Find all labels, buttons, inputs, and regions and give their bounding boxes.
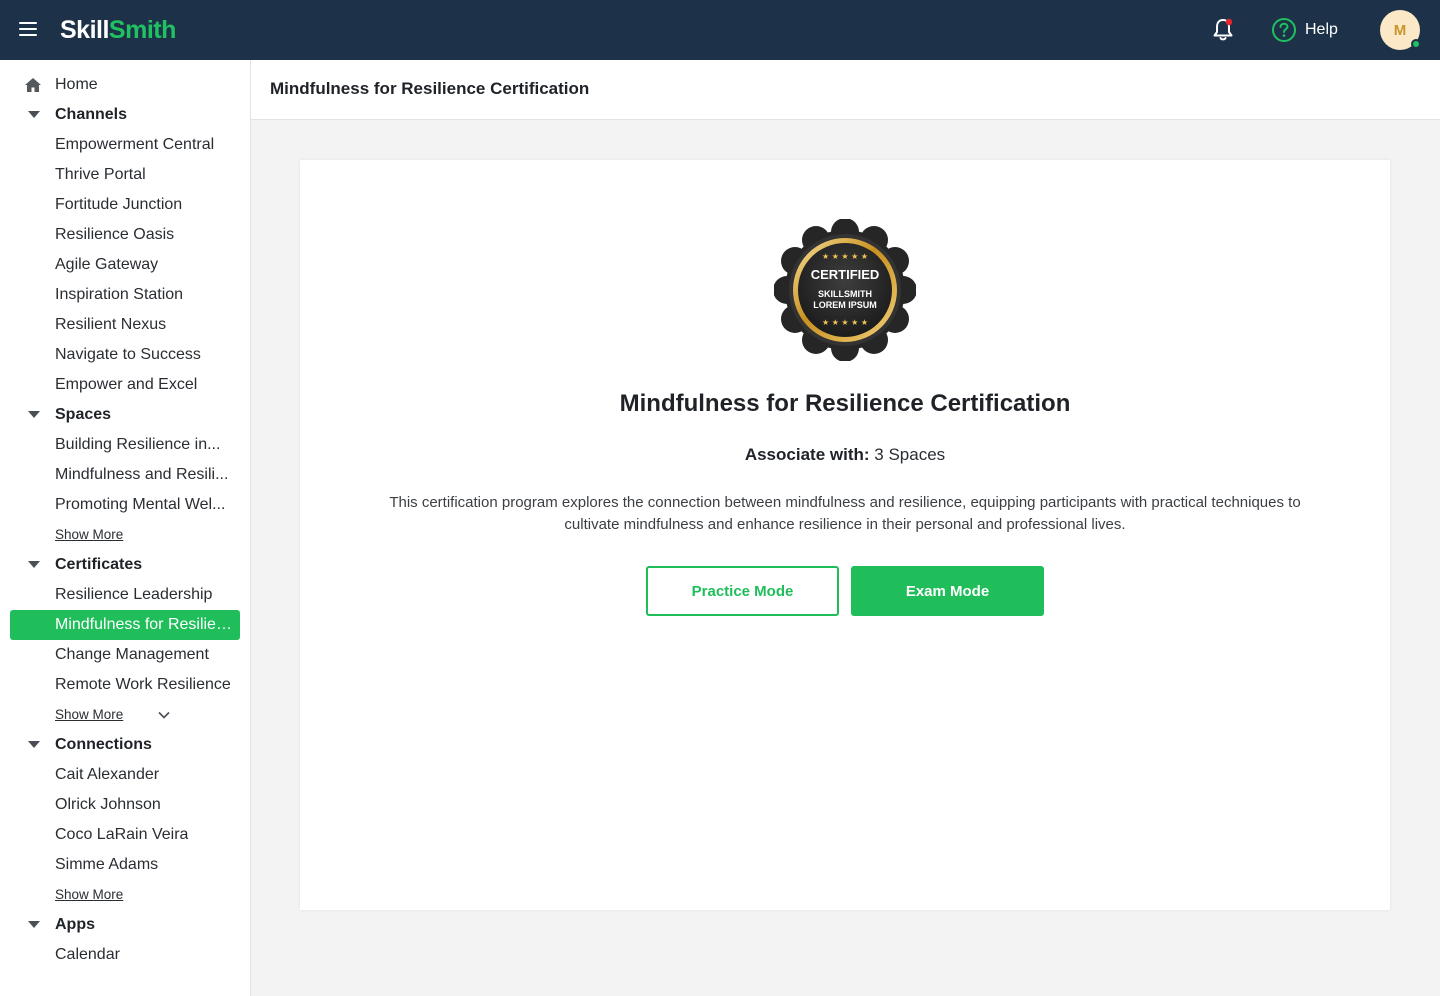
certification-description: This certification program explores the … xyxy=(389,494,1301,533)
sidebar-item-channel[interactable]: Resilience Oasis xyxy=(10,220,240,250)
sidebar-item-channel[interactable]: Navigate to Success xyxy=(10,340,240,370)
caret-down-icon xyxy=(28,411,40,418)
notification-dot xyxy=(1225,18,1233,26)
associate-value: 3 Spaces xyxy=(874,445,946,464)
sidebar-item-connection[interactable]: Cait Alexander xyxy=(10,760,240,790)
svg-text:★ ★ ★ ★ ★: ★ ★ ★ ★ ★ xyxy=(822,318,868,327)
section-connections[interactable]: Connections xyxy=(10,730,240,760)
home-icon xyxy=(25,78,41,92)
caret-down-icon xyxy=(28,111,40,118)
section-spaces[interactable]: Spaces xyxy=(10,400,240,430)
sidebar-item-channel[interactable]: Thrive Portal xyxy=(10,160,240,190)
menu-icon[interactable] xyxy=(19,22,37,36)
caret-down-icon xyxy=(28,921,40,928)
certificates-show-more-link[interactable]: Show More xyxy=(55,707,123,722)
sidebar-item-connection[interactable]: Olrick Johnson xyxy=(10,790,240,820)
certification-title: Mindfulness for Resilience Certification xyxy=(619,390,1071,417)
help-label: Help xyxy=(1305,21,1338,38)
certification-card: ★ ★ ★ ★ ★ CERTIFIED SKILLSMITH LOREM IPS… xyxy=(300,160,1390,910)
sidebar-item-space[interactable]: Mindfulness and Resili... xyxy=(10,460,240,490)
sidebar-item-space[interactable]: Promoting Mental Wel... xyxy=(10,490,240,520)
practice-mode-button[interactable]: Practice Mode xyxy=(646,566,839,616)
section-certificates[interactable]: Certificates xyxy=(10,550,240,580)
certified-badge-icon: ★ ★ ★ ★ ★ CERTIFIED SKILLSMITH LOREM IPS… xyxy=(774,219,916,361)
sidebar-item-certificate[interactable]: Resilience Leadership xyxy=(10,580,240,610)
online-status-dot xyxy=(1411,39,1421,49)
sidebar-item-app[interactable]: Calendar xyxy=(10,940,240,970)
svg-text:★ ★ ★ ★ ★: ★ ★ ★ ★ ★ xyxy=(822,252,868,261)
sidebar-item-channel[interactable]: Inspiration Station xyxy=(10,280,240,310)
sidebar-item-connection[interactable]: Simme Adams xyxy=(10,850,240,880)
section-channels[interactable]: Channels xyxy=(10,100,240,130)
spaces-show-more-link[interactable]: Show More xyxy=(55,527,123,542)
svg-text:LOREM IPSUM: LOREM IPSUM xyxy=(813,300,877,310)
avatar[interactable]: M xyxy=(1380,10,1421,50)
content-header: Mindfulness for Resilience Certification xyxy=(251,60,1440,120)
page-title: Mindfulness for Resilience Certification xyxy=(270,79,590,98)
sidebar: Home Channels Empowerment Central Thrive… xyxy=(0,60,251,996)
top-bar: SkillSmith Help M xyxy=(0,0,1440,60)
sidebar-item-space[interactable]: Building Resilience in... xyxy=(10,430,240,460)
sidebar-item-certificate[interactable]: Change Management xyxy=(10,640,240,670)
associate-label: Associate with: xyxy=(744,445,870,464)
notifications-icon[interactable] xyxy=(1211,17,1235,43)
caret-down-icon xyxy=(28,741,40,748)
svg-text:CERTIFIED: CERTIFIED xyxy=(811,267,880,282)
svg-text:SKILLSMITH: SKILLSMITH xyxy=(818,289,872,299)
section-apps[interactable]: Apps xyxy=(10,910,240,940)
help-icon xyxy=(1272,18,1296,42)
associated-spaces: Associate with: 3 Spaces xyxy=(300,445,1390,465)
app-logo[interactable]: SkillSmith xyxy=(60,14,176,46)
connections-show-more-link[interactable]: Show More xyxy=(55,887,123,902)
help-button[interactable]: Help xyxy=(1271,17,1338,43)
caret-down-icon xyxy=(28,561,40,568)
sidebar-item-connection[interactable]: Coco LaRain Veira xyxy=(10,820,240,850)
sidebar-item-channel[interactable]: Agile Gateway xyxy=(10,250,240,280)
chevron-down-icon[interactable] xyxy=(158,711,170,719)
exam-mode-button[interactable]: Exam Mode xyxy=(851,566,1044,616)
sidebar-item-certificate-active[interactable]: Mindfulness for Resilien... xyxy=(10,610,240,640)
sidebar-item-channel[interactable]: Empowerment Central xyxy=(10,130,240,160)
sidebar-item-channel[interactable]: Empower and Excel xyxy=(10,370,240,400)
sidebar-item-channel[interactable]: Fortitude Junction xyxy=(10,190,240,220)
sidebar-item-channel[interactable]: Resilient Nexus xyxy=(10,310,240,340)
sidebar-item-home[interactable]: Home xyxy=(10,70,240,100)
sidebar-item-certificate[interactable]: Remote Work Resilience xyxy=(10,670,240,700)
